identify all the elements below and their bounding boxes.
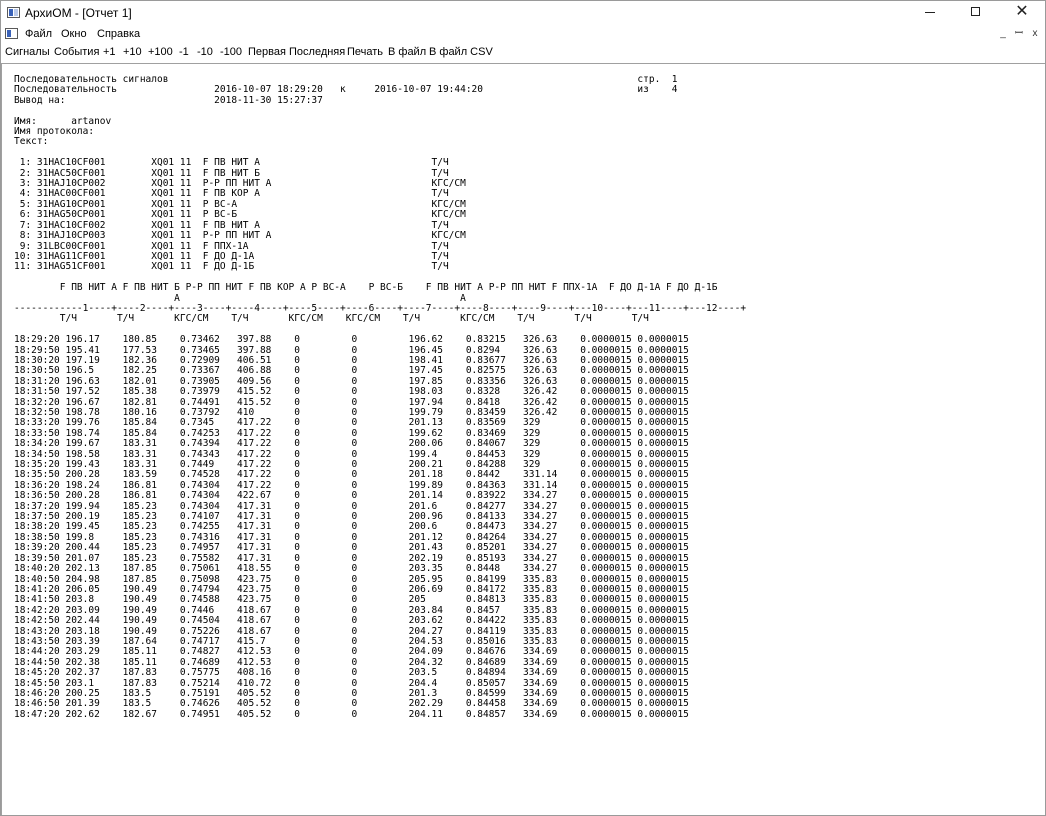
mdi-close-button[interactable]: x <box>1028 27 1042 41</box>
maximize-button[interactable] <box>953 1 999 24</box>
to-file-button[interactable]: В файл <box>388 46 426 59</box>
mdi-minimize-button[interactable]: _ <box>996 27 1010 41</box>
minimize-button[interactable] <box>907 1 953 24</box>
close-icon: ✕ <box>1015 3 1029 20</box>
print-button[interactable]: Печать <box>347 46 383 59</box>
close-button[interactable]: ✕ <box>999 1 1045 24</box>
window-title: АрхиОМ - [Отчет 1] <box>25 6 132 20</box>
maximize-icon <box>971 7 980 16</box>
app-window: АрхиОМ - [Отчет 1] ✕ Файл Окно Справка _… <box>0 0 1046 816</box>
menu-window[interactable]: Окно <box>61 28 87 41</box>
minimize-icon <box>925 12 935 13</box>
menu-file[interactable]: Файл <box>25 28 52 41</box>
menu-bar <box>1 25 1045 43</box>
plus10-button[interactable]: +10 <box>123 46 142 59</box>
title-bar[interactable]: АрхиОМ - [Отчет 1] ✕ <box>1 1 1045 24</box>
minus1-button[interactable]: -1 <box>179 46 189 59</box>
menu-help[interactable]: Справка <box>97 28 140 41</box>
events-button[interactable]: События <box>54 46 99 59</box>
last-button[interactable]: Последняя <box>289 46 345 59</box>
document-icon[interactable] <box>5 28 18 39</box>
to-csv-button[interactable]: В файл CSV <box>429 46 493 59</box>
first-button[interactable]: Первая <box>248 46 286 59</box>
plus1-button[interactable]: +1 <box>103 46 116 59</box>
plus100-button[interactable]: +100 <box>148 46 173 59</box>
minus10-button[interactable]: -10 <box>197 46 213 59</box>
report-text: Последовательность сигналов стр. 1 После… <box>14 74 747 720</box>
signals-button[interactable]: Сигналы <box>5 46 50 59</box>
app-icon <box>7 7 20 18</box>
mdi-restore-button[interactable]: ꟷ <box>1012 27 1026 41</box>
minus100-button[interactable]: -100 <box>220 46 242 59</box>
